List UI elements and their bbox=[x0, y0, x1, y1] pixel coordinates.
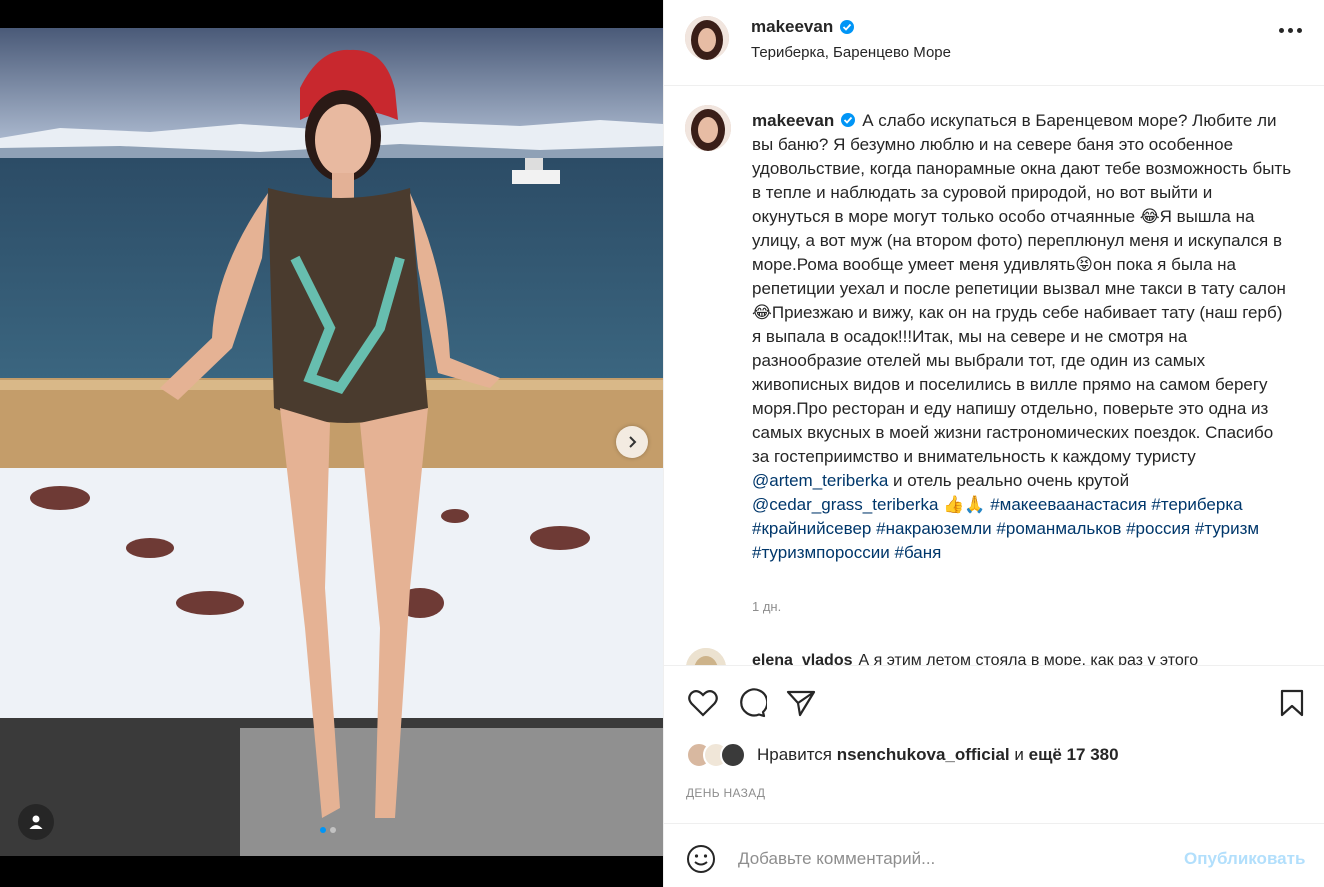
like-button[interactable] bbox=[686, 686, 720, 720]
comment-icon bbox=[740, 688, 767, 718]
hashtag-link[interactable]: #накраюземли bbox=[876, 519, 992, 538]
hashtag-link[interactable]: #териберка bbox=[1151, 495, 1242, 514]
mention-link[interactable]: @cedar_grass_teriberka bbox=[752, 495, 938, 514]
caption-text: 👍🙏 bbox=[938, 495, 991, 514]
post-actions: Нравится nsenchukova_official и ещё 17 3… bbox=[664, 665, 1324, 823]
likes-text[interactable]: Нравится nsenchukova_official и ещё 17 3… bbox=[757, 745, 1119, 765]
hashtag-link[interactable]: #баня bbox=[894, 543, 941, 562]
hashtag-link[interactable]: #романмальков bbox=[996, 519, 1121, 538]
author-username[interactable]: makeevan bbox=[751, 17, 855, 37]
more-options-button[interactable] bbox=[1279, 28, 1302, 33]
post-location[interactable]: Териберка, Баренцево Море bbox=[751, 44, 951, 61]
photo-illustration bbox=[0, 28, 663, 856]
send-icon bbox=[786, 690, 816, 717]
caption-username[interactable]: makeevan bbox=[752, 111, 834, 130]
share-button[interactable] bbox=[784, 686, 818, 720]
hashtag-link[interactable]: #туризм bbox=[1195, 519, 1259, 538]
liker-avatar[interactable] bbox=[720, 742, 746, 768]
heart-icon bbox=[688, 690, 718, 717]
comments-section: makeevan А слабо искупаться в Баренцевом … bbox=[664, 87, 1324, 665]
caption-author-avatar[interactable] bbox=[685, 105, 731, 151]
author-username-text[interactable]: makeevan bbox=[751, 17, 833, 37]
hashtag-link[interactable]: #макееваанастасия bbox=[990, 495, 1146, 514]
emoji-button[interactable] bbox=[686, 844, 716, 874]
hashtag-link[interactable]: #россия bbox=[1126, 519, 1190, 538]
likes-conjunction: и bbox=[1014, 745, 1024, 764]
post-header: makeevan Териберка, Баренцево Море bbox=[664, 0, 1324, 86]
likes-summary: Нравится nsenchukova_official и ещё 17 3… bbox=[686, 742, 1119, 768]
comment-composer: Опубликовать bbox=[664, 823, 1324, 887]
commenter-username[interactable]: elena_vlados bbox=[752, 652, 853, 665]
user-icon bbox=[29, 815, 43, 829]
dot-icon bbox=[1288, 28, 1293, 33]
bookmark-icon bbox=[1280, 689, 1304, 717]
comment-button[interactable] bbox=[735, 686, 769, 720]
carousel-indicator bbox=[320, 827, 336, 833]
carousel-dot-active bbox=[320, 827, 326, 833]
post-photo[interactable] bbox=[0, 28, 663, 856]
post-details-panel: makeevan Териберка, Баренцево Море makee… bbox=[663, 0, 1324, 887]
comment-text: А я этим летом стояла в море, как раз у … bbox=[858, 652, 1199, 665]
verified-badge-icon bbox=[841, 113, 856, 127]
comment-item: elena_vlados А я этим летом стояла в море… bbox=[752, 652, 1272, 665]
post-modal: makeevan Териберка, Баренцево Море makee… bbox=[0, 0, 1324, 887]
dot-icon bbox=[1279, 28, 1284, 33]
caption-text: и отель реально очень крутой bbox=[888, 471, 1130, 490]
verified-badge-icon bbox=[840, 20, 855, 34]
save-button[interactable] bbox=[1275, 686, 1309, 720]
likes-count[interactable]: ещё 17 380 bbox=[1029, 745, 1119, 764]
comment-input[interactable] bbox=[738, 844, 1158, 874]
commenter-avatar[interactable] bbox=[686, 648, 726, 665]
caption-avatar-image bbox=[685, 105, 731, 151]
caption-timestamp[interactable]: 1 дн. bbox=[752, 599, 781, 614]
mention-link[interactable]: @artem_teriberka bbox=[752, 471, 888, 490]
author-avatar-image bbox=[685, 16, 729, 60]
hashtag-link[interactable]: #крайнийсевер bbox=[752, 519, 871, 538]
post-caption: makeevan А слабо искупаться в Баренцевом … bbox=[752, 109, 1292, 565]
smiley-icon bbox=[687, 845, 715, 873]
hashtag-link[interactable]: #туризмпороссии bbox=[752, 543, 890, 562]
chevron-right-icon bbox=[629, 436, 637, 448]
tagged-users-button[interactable] bbox=[18, 804, 54, 840]
dot-icon bbox=[1297, 28, 1302, 33]
commenter-avatar-image bbox=[686, 648, 726, 665]
author-avatar[interactable] bbox=[685, 16, 729, 60]
media-panel bbox=[0, 0, 663, 887]
caption-text: А слабо искупаться в Баренцевом море? Лю… bbox=[752, 111, 1292, 466]
liker-username[interactable]: nsenchukova_official bbox=[837, 745, 1010, 764]
carousel-dot bbox=[330, 827, 336, 833]
publish-comment-button[interactable]: Опубликовать bbox=[1184, 849, 1305, 869]
likes-prefix: Нравится bbox=[757, 745, 833, 764]
next-photo-button[interactable] bbox=[616, 426, 648, 458]
post-date[interactable]: ДЕНЬ НАЗАД bbox=[686, 786, 765, 800]
